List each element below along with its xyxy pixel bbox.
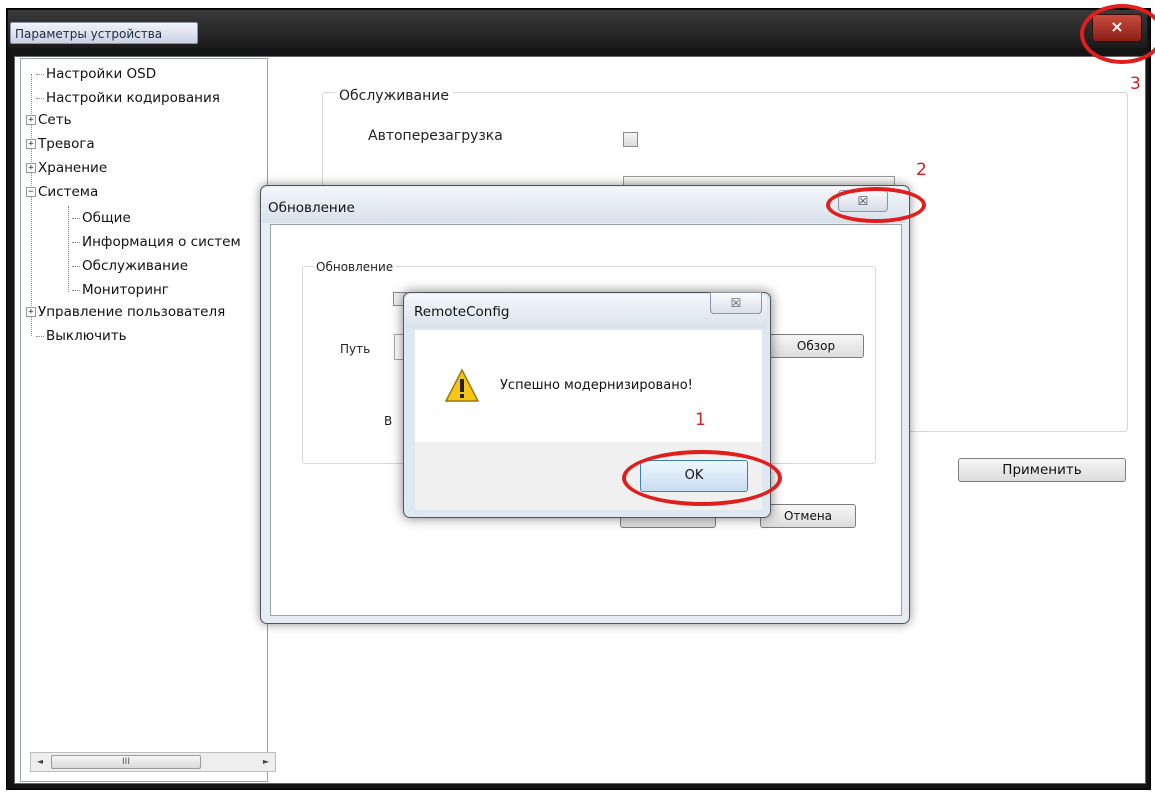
tree-sub-connector-line — [68, 206, 69, 292]
tree-item-label: Выключить — [46, 328, 127, 344]
tree-horizontal-scrollbar[interactable]: ◄ III ► — [30, 752, 276, 772]
update-dialog-title: Обновление — [268, 200, 355, 216]
scroll-right-icon[interactable]: ► — [257, 753, 275, 771]
tree-item-label: Тревога — [38, 136, 95, 152]
expand-plus-icon[interactable]: + — [26, 307, 36, 317]
tree-item-general[interactable]: Общие — [72, 210, 131, 226]
collapse-minus-icon[interactable]: − — [26, 187, 36, 197]
tree-item-label: Сеть — [38, 112, 72, 128]
tree-item-system-info[interactable]: Информация о систем — [72, 234, 241, 250]
tree-item-encoding[interactable]: Настройки кодирования — [36, 90, 220, 106]
expand-plus-icon[interactable]: + — [26, 115, 36, 125]
tree-item-label: Обслуживание — [82, 258, 189, 274]
annotation-number-1: 1 — [695, 410, 706, 430]
message-box-title: RemoteConfig — [414, 304, 510, 320]
tree-item-label: Хранение — [38, 160, 108, 176]
annotation-number-2: 2 — [916, 160, 927, 180]
tree-item-label: Мониторинг — [82, 282, 169, 298]
version-label: В — [384, 414, 393, 428]
scroll-left-icon[interactable]: ◄ — [31, 753, 49, 771]
tree-item-network[interactable]: + Сеть — [26, 112, 72, 128]
browse-button[interactable]: Обзор — [768, 334, 864, 358]
update-group-title: Обновление — [313, 260, 397, 274]
tree-item-user-management[interactable]: + Управление пользователя — [26, 304, 225, 320]
path-label: Путь — [340, 342, 371, 356]
cancel-button[interactable]: Отмена — [760, 504, 856, 528]
annotation-number-3: 3 — [1130, 74, 1141, 94]
warning-icon — [444, 368, 480, 402]
annotation-circle-window-close — [1080, 4, 1155, 64]
message-text: Успешно модернизировано! — [500, 378, 693, 393]
tree-item-label: Информация о систем — [82, 234, 241, 250]
tree-item-label: Управление пользователя — [38, 304, 226, 320]
tree-item-label: Система — [38, 184, 99, 200]
tree-item-maintenance[interactable]: Обслуживание — [72, 258, 188, 274]
annotation-circle-ok — [622, 450, 782, 506]
autoreboot-label: Автоперезагрузка — [368, 128, 503, 144]
message-box-close-button[interactable]: ☒ — [710, 292, 762, 314]
tree-item-label: Общие — [82, 210, 131, 226]
maintenance-group-title: Обслуживание — [335, 88, 453, 104]
expand-plus-icon[interactable]: + — [26, 139, 36, 149]
tree-item-label: Настройки OSD — [46, 66, 157, 82]
tree-item-osd[interactable]: Настройки OSD — [36, 66, 156, 82]
tree-item-label: Настройки кодирования — [46, 90, 220, 106]
autoreboot-checkbox[interactable] — [623, 132, 638, 147]
window-title: Параметры устройства — [10, 22, 198, 44]
tree-item-alarm[interactable]: + Тревога — [26, 136, 95, 152]
tree-item-shutdown[interactable]: Выключить — [36, 328, 127, 344]
tree-item-system[interactable]: − Система — [26, 184, 98, 200]
tree-item-monitoring[interactable]: Мониторинг — [72, 282, 169, 298]
annotation-circle-update-close — [826, 187, 926, 223]
scroll-thumb[interactable]: III — [51, 755, 201, 769]
tree-item-storage[interactable]: + Хранение — [26, 160, 107, 176]
expand-plus-icon[interactable]: + — [26, 163, 36, 173]
apply-button[interactable]: Применить — [958, 458, 1126, 482]
update-dialog-titlebar[interactable] — [262, 187, 906, 223]
